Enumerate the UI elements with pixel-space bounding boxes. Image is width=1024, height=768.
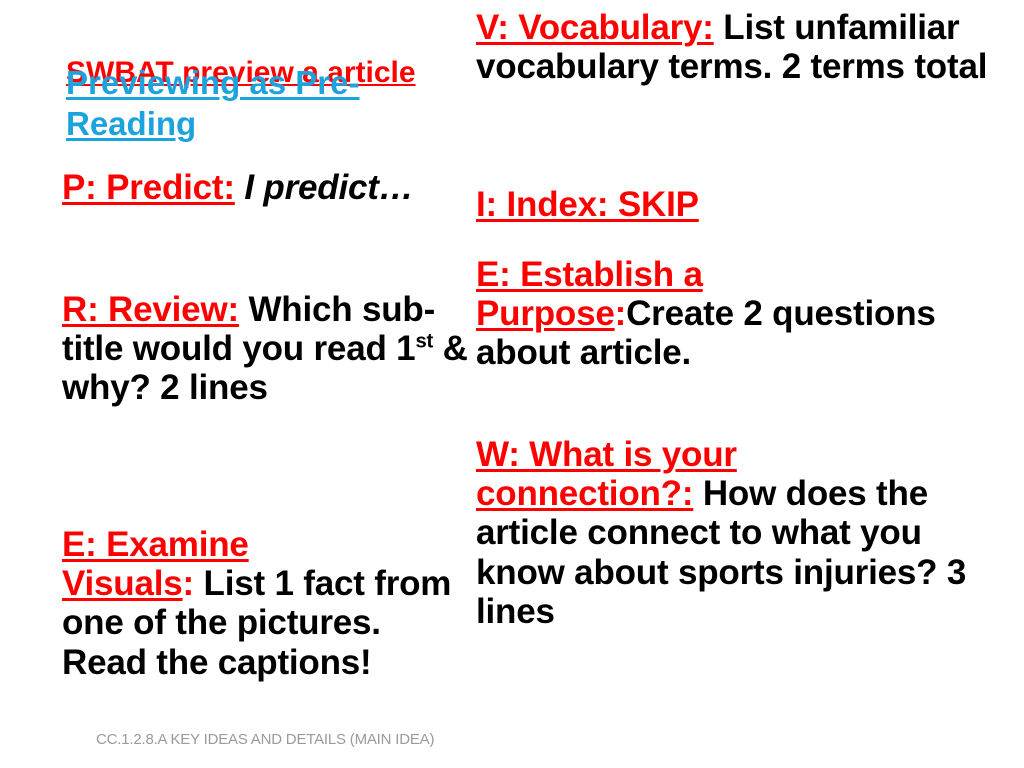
label-predict: P: Predict: — [62, 168, 235, 207]
label-vocabulary: V: Vocabulary: — [476, 8, 714, 47]
bullet-review: R: Review: Which sub-title would you rea… — [62, 290, 474, 408]
label-index: I: Index: SKIP — [476, 185, 699, 224]
bullet-vocabulary: V: Vocabulary: List unfamiliar vocabular… — [476, 8, 998, 86]
label-purpose-colon: : — [614, 294, 627, 334]
bullet-predict: P: Predict: I predict… — [62, 168, 474, 207]
title-overlay-blue: Previewing as Pre-Reading — [66, 64, 360, 143]
bullet-connection: W: What is your connection?: How does the… — [476, 435, 998, 631]
label-connection-line2: connection?: — [476, 474, 694, 514]
ordinal-suffix-st: st — [415, 330, 434, 353]
bullet-index: I: Index: SKIP — [476, 185, 998, 224]
label-review: R: Review: — [62, 290, 239, 329]
slide-canvas: SWBAT preview a article Previewing as Pr… — [0, 0, 1024, 768]
label-connection-line1: W: What is your — [476, 435, 737, 474]
body-predict: I predict… — [234, 168, 414, 207]
label-examine-line2: Visuals — [62, 564, 183, 604]
bullet-establish-purpose: E: Establish a Purpose:Create 2 questions… — [476, 255, 998, 373]
label-examine-line1: E: Examine — [62, 525, 249, 564]
label-purpose-line2: Purpose — [476, 294, 615, 334]
label-purpose-line1: E: Establish a — [476, 255, 703, 294]
standard-code-footer: CC.1.2.8.A KEY IDEAS AND DETAILS (MAIN I… — [96, 731, 435, 748]
label-examine-colon: : — [182, 564, 195, 604]
bullet-examine-visuals: E: Examine Visuals: List 1 fact from one … — [62, 525, 474, 682]
